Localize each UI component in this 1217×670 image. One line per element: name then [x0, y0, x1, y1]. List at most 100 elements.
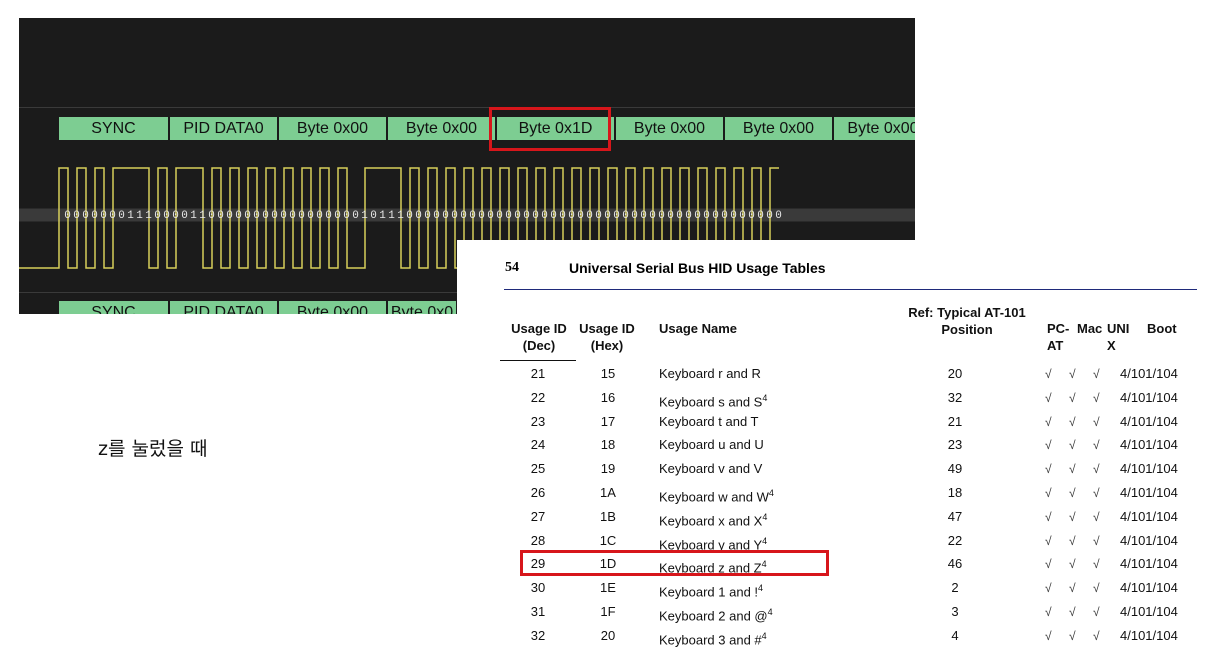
bit-value: 0	[118, 210, 125, 222]
check-mark-mac: √	[1069, 581, 1076, 596]
footnote-ref: 4	[762, 392, 768, 403]
check-mark-unix: √	[1093, 462, 1100, 477]
at101-position: 47	[947, 508, 963, 524]
table-row: 23 17 Keyboard t and T 21 √ √ √ 4/101/104	[457, 410, 1217, 434]
footnote-ref: 4	[767, 607, 773, 617]
bit-value: 0	[703, 210, 710, 222]
header-mac: Mac	[1077, 321, 1103, 336]
check-mark-mac: √	[1069, 509, 1076, 524]
usage-name: Keyboard 3 and #4	[659, 630, 767, 648]
at101-position: 3	[951, 604, 959, 619]
check-mark-unix: √	[1093, 414, 1100, 429]
bit-value: 0	[613, 210, 620, 222]
check-mark-pcat: √	[1045, 581, 1052, 596]
frame-field: PID DATA0	[170, 301, 279, 314]
usage-id-hex: 16	[600, 389, 616, 405]
check-mark-pcat: √	[1045, 628, 1052, 643]
bit-value: 0	[163, 210, 170, 222]
table-row: 27 1B Keyboard x and X4 47 √ √ √ 4/101/104	[457, 505, 1217, 529]
table-row: 32 20 Keyboard 3 and #4 4 √ √ √ 4/101/104	[457, 624, 1217, 648]
bit-value: 0	[442, 210, 449, 222]
check-mark-pcat: √	[1045, 557, 1052, 572]
bit-value: 0	[748, 210, 755, 222]
check-mark-mac: √	[1069, 533, 1076, 548]
bit-value: 0	[487, 210, 494, 222]
bit-value: 0	[262, 210, 269, 222]
bit-value: 0	[271, 210, 278, 222]
bit-value: 0	[154, 210, 161, 222]
bit-value: 0	[289, 210, 296, 222]
bit-value: 0	[496, 210, 503, 222]
check-mark-mac: √	[1069, 414, 1076, 429]
bit-value: 0	[343, 210, 350, 222]
check-mark-unix: √	[1093, 509, 1100, 524]
check-mark-unix: √	[1093, 581, 1100, 596]
bit-value: 0	[451, 210, 458, 222]
bit-value: 0	[244, 210, 251, 222]
page-number: 54	[505, 260, 519, 275]
table-row: 28 1C Keyboard y and Y4 22 √ √ √ 4/101/104	[457, 529, 1217, 553]
bit-value: 0	[433, 210, 440, 222]
usage-id-dec: 27	[530, 508, 546, 524]
at101-position: 18	[947, 485, 963, 500]
check-mark-mac: √	[1069, 462, 1076, 477]
footnote-ref: 4	[761, 630, 767, 641]
usage-id-dec: 32	[530, 627, 546, 643]
header-usage-id-dec: Usage ID (Dec)	[511, 321, 567, 353]
boot-value: 4/101/104	[1120, 437, 1178, 453]
usage-id-hex: 1B	[600, 508, 616, 524]
usage-id-dec: 21	[530, 366, 546, 381]
usage-id-dec: 31	[530, 604, 546, 619]
bit-value: 0	[694, 210, 701, 222]
check-mark-unix: √	[1093, 367, 1100, 381]
usage-id-dec: 24	[530, 437, 546, 453]
bit-value: 0	[505, 210, 512, 222]
bit-value: 0	[676, 210, 683, 222]
header-ref-position: Ref: Typical AT-101 Position	[908, 305, 1026, 337]
bit-value: 1	[190, 210, 197, 222]
check-mark-mac: √	[1069, 486, 1076, 500]
footnote-ref: 4	[762, 511, 768, 522]
frame-field: PID DATA0	[170, 117, 279, 140]
check-mark-unix: √	[1093, 486, 1100, 500]
frame-field: SYNC	[59, 117, 170, 140]
bit-value: 0	[640, 210, 647, 222]
at101-position: 4	[951, 627, 959, 643]
boot-value: 4/101/104	[1120, 413, 1178, 429]
bit-value: 0	[775, 210, 782, 222]
bit-value: 0	[532, 210, 539, 222]
at101-position: 32	[947, 389, 963, 405]
usage-id-hex: 17	[600, 413, 616, 429]
frame-field: SYNC	[59, 301, 170, 314]
bit-value: 1	[361, 210, 368, 222]
bit-value: 0	[298, 210, 305, 222]
header-rule	[500, 360, 576, 361]
usage-name: Keyboard u and U	[659, 437, 764, 453]
title-rule	[504, 289, 1197, 290]
bit-value: 0	[334, 210, 341, 222]
bit-value: 0	[280, 210, 287, 222]
bit-value: 0	[730, 210, 737, 222]
usage-id-dec: 28	[530, 532, 546, 548]
usage-id-dec: 25	[530, 461, 546, 477]
at101-position: 21	[947, 413, 963, 429]
bit-value: 0	[91, 210, 98, 222]
check-mark-pcat: √	[1045, 509, 1052, 524]
boot-value: 4/101/104	[1120, 508, 1178, 524]
check-mark-pcat: √	[1045, 414, 1052, 429]
table-row: 21 15 Keyboard r and R 20 √ √ √ 4/101/104	[457, 362, 1217, 386]
table-row: 24 18 Keyboard u and U 23 √ √ √ 4/101/104	[457, 433, 1217, 457]
boot-value: 4/101/104	[1120, 604, 1178, 619]
usage-id-dec: 30	[530, 580, 546, 596]
bit-value: 1	[136, 210, 143, 222]
check-mark-unix: √	[1093, 533, 1100, 548]
usage-id-dec: 23	[530, 413, 546, 429]
bit-value: 0	[109, 210, 116, 222]
bit-value: 0	[649, 210, 656, 222]
bit-value: 1	[199, 210, 206, 222]
frame-field: Byte 0x0	[388, 301, 458, 314]
bit-value: 0	[217, 210, 224, 222]
at101-position: 20	[947, 366, 963, 381]
check-mark-pcat: √	[1045, 486, 1052, 500]
highlight-box-byte-0x1d	[489, 107, 611, 151]
